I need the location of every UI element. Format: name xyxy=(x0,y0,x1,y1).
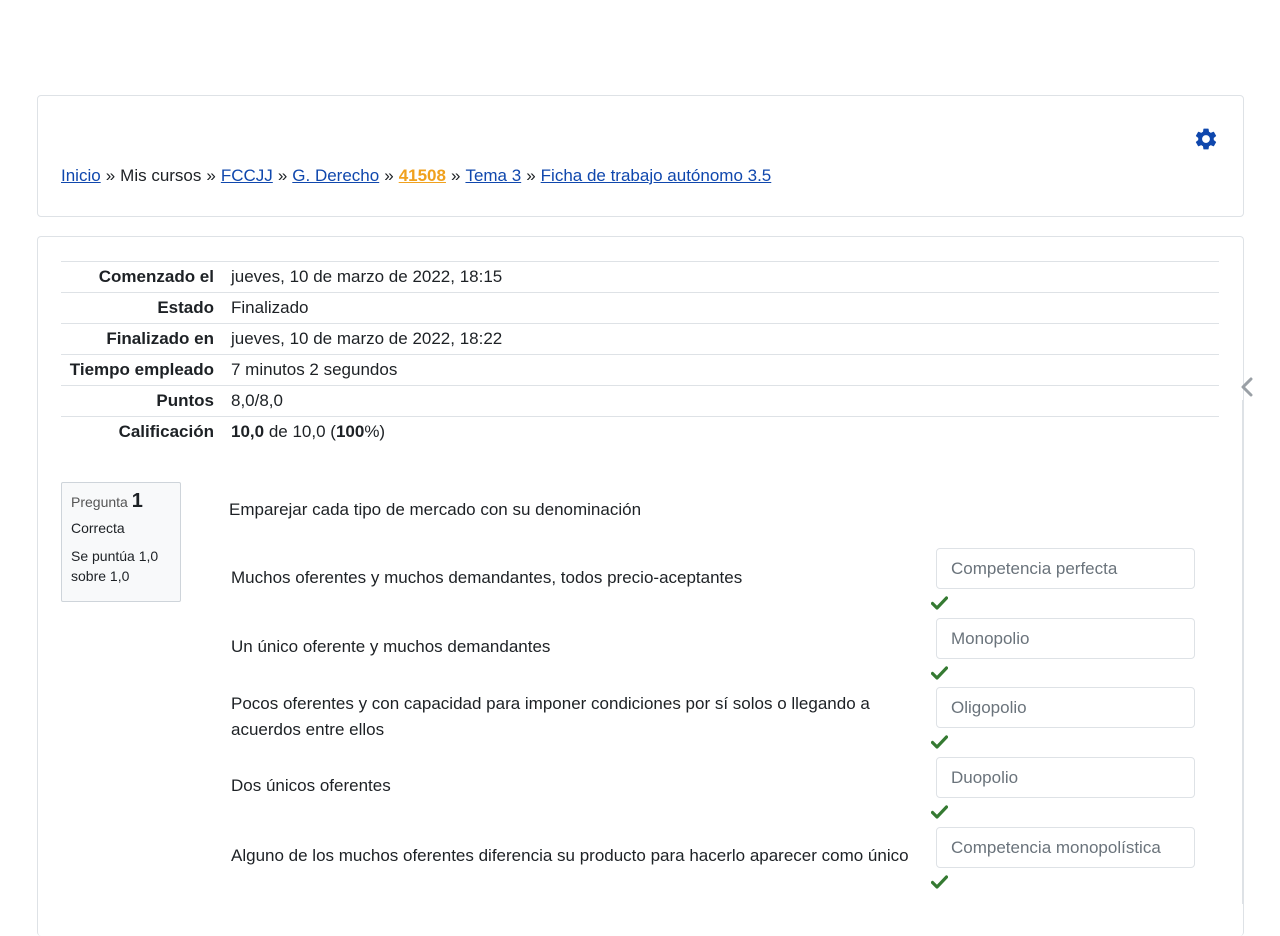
summary-label: Puntos xyxy=(61,385,231,417)
summary-row-grade: Calificación 10,0 de 10,0 (100%) xyxy=(61,416,1219,447)
breadcrumb-separator: » xyxy=(206,166,216,185)
match-item-text: Un único oferente y muchos demandantes xyxy=(231,637,551,656)
header-card xyxy=(37,95,1244,217)
summary-label: Finalizado en xyxy=(61,323,231,355)
match-item-text: Dos únicos oferentes xyxy=(231,776,391,795)
breadcrumb-separator: » xyxy=(105,166,116,185)
breadcrumb-separator: » xyxy=(277,166,288,185)
breadcrumb-ficha[interactable]: Ficha de trabajo autónomo 3.5 xyxy=(541,166,772,185)
summary-row-time-taken: Tiempo empleado 7 minutos 2 segundos xyxy=(61,354,1219,386)
match-item-text: Alguno de los muchos oferentes diferenci… xyxy=(231,846,909,865)
attempt-summary-table: Comenzado el jueves, 10 de marzo de 2022… xyxy=(61,261,1219,447)
summary-label: Comenzado el xyxy=(61,261,231,293)
question-text: Emparejar cada tipo de mercado con su de… xyxy=(229,500,642,519)
check-icon xyxy=(931,875,948,889)
gear-icon[interactable] xyxy=(1193,126,1219,152)
summary-row-finished: Finalizado en jueves, 10 de marzo de 202… xyxy=(61,323,1219,355)
match-answer-select[interactable]: Competencia monopolística xyxy=(936,827,1195,868)
summary-row-started: Comenzado el jueves, 10 de marzo de 2022… xyxy=(61,261,1219,293)
breadcrumb-g-derecho[interactable]: G. Derecho xyxy=(292,166,379,185)
breadcrumb-mis-cursos: Mis cursos xyxy=(120,166,202,185)
summary-value: 7 minutos 2 segundos xyxy=(231,354,1219,386)
summary-label: Calificación xyxy=(61,416,231,447)
summary-row-points: Puntos 8,0/8,0 xyxy=(61,385,1219,417)
question-grade: Se puntúa 1,0 sobre 1,0 xyxy=(71,548,159,584)
summary-value: jueves, 10 de marzo de 2022, 18:15 xyxy=(231,261,1219,293)
drawer-edge xyxy=(1242,400,1243,904)
grade-percent: 100 xyxy=(335,422,365,441)
summary-value: 8,0/8,0 xyxy=(231,385,1219,417)
breadcrumb-separator: » xyxy=(450,166,461,185)
breadcrumb-separator: » xyxy=(384,166,394,185)
summary-value: jueves, 10 de marzo de 2022, 18:22 xyxy=(231,323,1219,355)
check-icon xyxy=(931,596,948,610)
chevron-left-icon[interactable] xyxy=(1238,376,1256,398)
breadcrumb-separator: » xyxy=(526,166,536,185)
match-item-text: Pocos oferentes y con capacidad para imp… xyxy=(231,694,870,739)
question-state: Correcta xyxy=(71,520,125,536)
summary-label: Estado xyxy=(61,292,231,324)
grade-suffix: %) xyxy=(364,422,386,441)
check-icon xyxy=(931,666,948,680)
breadcrumb-course-41508[interactable]: 41508 xyxy=(399,166,446,185)
summary-value: Finalizado xyxy=(231,292,1219,324)
check-icon xyxy=(931,735,948,749)
grade-of-text: de 10,0 ( xyxy=(268,422,336,441)
match-answer-select[interactable]: Oligopolio xyxy=(936,687,1195,728)
match-answer-select[interactable]: Competencia perfecta xyxy=(936,548,1195,589)
breadcrumb-fccjj[interactable]: FCCJJ xyxy=(221,166,273,185)
question-info-box: Pregunta 1 Correcta Se puntúa 1,0 sobre … xyxy=(61,482,181,602)
match-answer-select[interactable]: Monopolio xyxy=(936,618,1195,659)
check-icon xyxy=(931,805,948,819)
breadcrumb-tema-3[interactable]: Tema 3 xyxy=(465,166,521,185)
summary-value: 10,0 de 10,0 (100%) xyxy=(231,416,1219,447)
question-number: 1 xyxy=(131,490,143,512)
summary-row-state: Estado Finalizado xyxy=(61,292,1219,324)
grade-value: 10,0 xyxy=(231,422,265,441)
match-item-text: Muchos oferentes y muchos demandantes, t… xyxy=(231,568,743,587)
breadcrumb: Inicio» Mis cursos» FCCJJ» G. Derecho» 41508… xyxy=(61,163,771,189)
breadcrumb-inicio[interactable]: Inicio xyxy=(61,166,101,185)
question-label: Pregunta xyxy=(71,494,128,510)
match-answer-select[interactable]: Duopolio xyxy=(936,757,1195,798)
summary-label: Tiempo empleado xyxy=(61,354,231,386)
